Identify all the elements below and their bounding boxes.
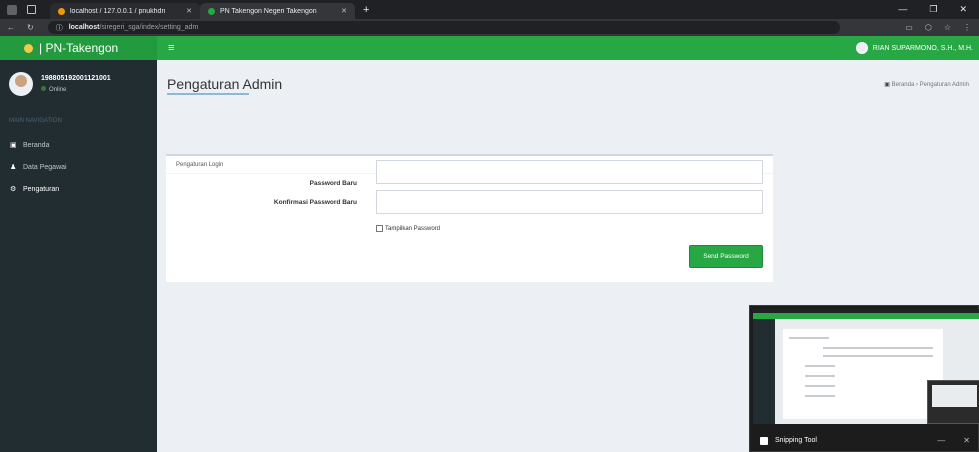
title-underline (167, 93, 249, 95)
breadcrumb: ▣ Beranda › Pengaturan Admin (884, 81, 969, 88)
close-tab-icon[interactable]: ✕ (186, 7, 192, 15)
snip-title: Snipping Tool (775, 437, 817, 444)
page-title: Pengaturan Admin (167, 76, 283, 92)
cast-icon[interactable]: ▭ (905, 23, 913, 32)
browser-toolbar: ← ↻ ⓘ localhost /siregeri_sga/index/sett… (0, 19, 979, 36)
checkbox-icon[interactable] (376, 225, 383, 232)
new-password-input[interactable] (376, 160, 763, 184)
menu-icon[interactable]: ⋮ (963, 23, 971, 32)
user-status: Online (41, 86, 111, 93)
preview-line (805, 395, 835, 397)
preview-card (783, 329, 943, 419)
sidebar-item-label: Data Pegawai (23, 163, 67, 171)
breadcrumb-home[interactable]: Beranda (892, 82, 915, 88)
dashboard-icon: ▣ (10, 142, 17, 149)
sidebar-item-label: Pengaturan (23, 185, 60, 193)
address-host: localhost (68, 24, 100, 31)
preview-line (805, 375, 835, 377)
preview-sidebar (753, 319, 775, 424)
navbar-user-name: RIAN SUPARMONO, S.H., M.H. (872, 44, 973, 52)
user-menu[interactable]: RIAN SUPARMONO, S.H., M.H. (855, 42, 973, 54)
card-title: Pengaturan Login (176, 162, 224, 168)
user-icon: ♟ (10, 164, 17, 171)
site-info-icon[interactable]: ⓘ (56, 23, 63, 33)
court-logo-icon (24, 43, 33, 53)
reload-icon[interactable]: ↻ (27, 23, 34, 32)
preview-line (805, 385, 835, 387)
back-icon[interactable]: ← (7, 23, 15, 32)
user-id: 198805192001121001 (41, 75, 111, 82)
preview-line (805, 365, 835, 367)
confirm-password-input[interactable] (376, 190, 763, 214)
browser-tabbar: localhost / 127.0.0.1 / pnukhdn ✕ PN Tak… (0, 0, 979, 19)
online-dot-icon (41, 86, 46, 91)
sidebar-item-beranda[interactable]: ▣ Beranda (0, 134, 157, 156)
window-controls: — ❐ ✕ (898, 4, 967, 15)
menu-header: MAIN NAVIGATION (9, 118, 62, 124)
site-favicon-icon (208, 7, 215, 15)
user-avatar (9, 72, 33, 96)
home-icon: ▣ (884, 82, 890, 88)
user-panel: 198805192001121001 Online (0, 60, 157, 100)
browser-tab-label: localhost / 127.0.0.1 / pnukhdn (70, 7, 166, 15)
new-tab-icon[interactable]: + (363, 4, 369, 16)
bookmark-star-icon[interactable]: ☆ (944, 23, 951, 32)
app-brand[interactable]: | PN-Takengon (0, 36, 157, 60)
preview-line (789, 337, 829, 339)
user-info: 198805192001121001 Online (41, 75, 111, 93)
snip-controls: — ✕ (937, 436, 970, 445)
browser-tab-phpmyadmin[interactable]: localhost / 127.0.0.1 / pnukhdn ✕ (50, 3, 200, 19)
snipping-tool-icon (760, 436, 768, 445)
settings-icon: ⚙ (10, 186, 17, 193)
snip-footer: Snipping Tool — ✕ (750, 428, 979, 452)
settings-card: Pengaturan Login Password Baru Konfirmas… (166, 154, 773, 282)
preview-navbar (753, 313, 979, 319)
snip-preview-image (753, 309, 979, 424)
preview-line (823, 347, 933, 349)
brand-text: | PN-Takengon (39, 41, 119, 55)
sidebar: 198805192001121001 Online MAIN NAVIGATIO… (0, 60, 157, 452)
maximize-icon[interactable]: ❐ (929, 4, 937, 15)
preview-line (823, 355, 933, 357)
browser-tab-pn-takengon[interactable]: PN Takengon Negeri Takengon ✕ (200, 3, 355, 19)
tab-actions-icon[interactable] (27, 5, 36, 14)
address-bar[interactable]: ⓘ localhost /siregeri_sga/index/setting_… (47, 21, 840, 34)
preview-popup (927, 380, 979, 424)
sidebar-item-pengaturan[interactable]: ⚙ Pengaturan (0, 178, 157, 200)
minimize-icon[interactable]: — (898, 4, 907, 15)
browser-tools: ▭ ⬡ ☆ ⋮ (905, 23, 971, 32)
phpmyadmin-favicon-icon (58, 7, 65, 15)
sidebar-toggle-icon[interactable]: ≡ (168, 42, 174, 54)
user-status-text: Online (49, 87, 67, 93)
breadcrumb-current: Pengaturan Admin (919, 82, 969, 88)
address-path: /siregeri_sga/index/setting_adm (99, 24, 199, 31)
close-tab-icon[interactable]: ✕ (341, 7, 347, 15)
preview-popup-inner (932, 385, 977, 407)
snipping-tool-window[interactable]: Snipping Tool — ✕ (749, 305, 979, 452)
show-password-checkbox[interactable]: Tampilkan Password (376, 225, 440, 232)
send-password-button[interactable]: Send Password (689, 245, 763, 268)
avatar (855, 42, 868, 54)
show-password-label: Tampilkan Password (385, 225, 441, 232)
snip-close-icon[interactable]: ✕ (963, 436, 970, 445)
browser-tab-label: PN Takengon Negeri Takengon (220, 7, 317, 15)
snip-minimize-icon[interactable]: — (937, 436, 945, 445)
sidebar-item-label: Beranda (23, 141, 50, 149)
extensions-icon[interactable]: ⬡ (925, 23, 932, 32)
new-password-label: Password Baru (309, 180, 357, 187)
browser-profile-icon[interactable] (7, 4, 17, 15)
browser-nav: ← ↻ (7, 23, 34, 32)
sidebar-item-data-pegawai[interactable]: ♟ Data Pegawai (0, 156, 157, 178)
confirm-password-label: Konfirmasi Password Baru (273, 199, 357, 206)
close-window-icon[interactable]: ✕ (959, 4, 967, 15)
app-navbar: | PN-Takengon ≡ RIAN SUPARMONO, S.H., M.… (0, 36, 979, 60)
